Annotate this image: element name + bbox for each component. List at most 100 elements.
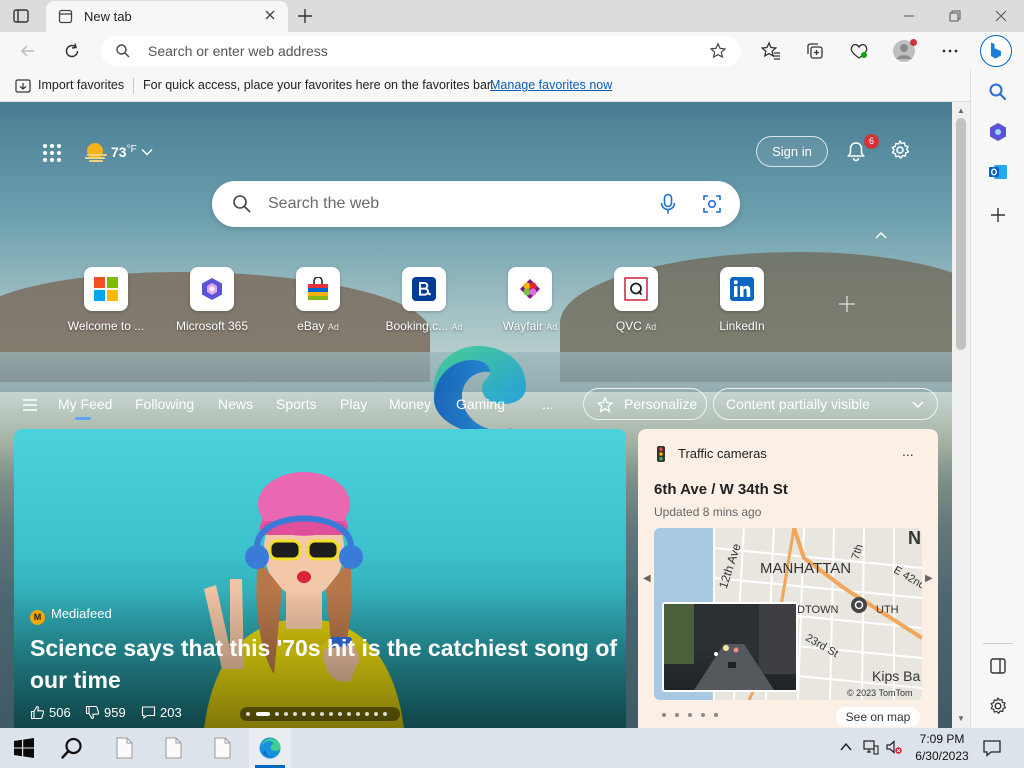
feed-more-button[interactable]: ...: [542, 396, 554, 412]
personalize-button[interactable]: Personalize: [583, 388, 707, 420]
sidebar-outlook-icon[interactable]: [988, 162, 1008, 182]
traffic-pager-dot[interactable]: [701, 713, 705, 717]
show-hidden-icons-chevron-up-icon[interactable]: [838, 739, 854, 755]
traffic-map[interactable]: MANHATTAN 12th Ave 7th E 42nd N IDTOWN U…: [654, 528, 922, 700]
camera-location-pin-icon[interactable]: [850, 596, 868, 614]
manage-favorites-link[interactable]: Manage favorites now: [490, 78, 612, 92]
feed-tab-money[interactable]: Money: [389, 396, 431, 412]
traffic-pager-dot[interactable]: [662, 713, 666, 717]
quick-link-booking[interactable]: Booking.c... Ad: [374, 267, 474, 337]
carousel-dot[interactable]: [329, 712, 333, 716]
carousel-dot[interactable]: [293, 712, 297, 716]
feed-tab-gaming[interactable]: Gaming: [456, 396, 505, 412]
feed-tab-play[interactable]: Play: [340, 396, 367, 412]
feed-tab-sports[interactable]: Sports: [276, 396, 316, 412]
taskbar-file-icon[interactable]: [162, 737, 184, 759]
scroll-up-arrow[interactable]: ▲: [957, 106, 965, 115]
traffic-pager-dot[interactable]: [688, 713, 692, 717]
quick-link-microsoft-365[interactable]: Microsoft 365: [162, 267, 262, 337]
weather-widget[interactable]: 73°F: [84, 139, 174, 165]
taskbar-search-icon[interactable]: [61, 737, 83, 759]
carousel-dot[interactable]: [338, 712, 342, 716]
chevron-up-icon[interactable]: [874, 229, 888, 241]
scrollbar-thumb[interactable]: [956, 118, 966, 350]
taskbar-edge-button[interactable]: [249, 728, 291, 768]
bing-copilot-button[interactable]: [980, 35, 1012, 67]
quick-link-qvc[interactable]: QVC Ad: [586, 267, 686, 337]
browser-essentials-icon[interactable]: [849, 41, 869, 61]
refresh-icon[interactable]: [62, 41, 82, 61]
microphone-icon[interactable]: [658, 193, 678, 215]
taskbar-clock[interactable]: 7:09 PM 6/30/2023: [912, 731, 972, 765]
traffic-cameras-card[interactable]: Traffic cameras ... 6th Ave / W 34th St …: [638, 429, 938, 728]
sidebar-microsoft-365-icon[interactable]: [988, 122, 1008, 142]
traffic-prev-arrow[interactable]: ◀: [643, 573, 651, 584]
more-options-icon[interactable]: [940, 41, 960, 61]
carousel-dot[interactable]: [284, 712, 288, 716]
tab-new-tab[interactable]: New tab: [46, 1, 288, 32]
network-icon[interactable]: [863, 739, 879, 755]
close-window-icon[interactable]: [993, 8, 1009, 24]
taskbar-file-icon[interactable]: [211, 737, 233, 759]
close-tab-icon[interactable]: [262, 7, 278, 23]
web-search-input[interactable]: [268, 193, 648, 215]
see-on-map-button[interactable]: See on map: [836, 707, 920, 727]
traffic-pager-dot[interactable]: [714, 713, 718, 717]
notification-center-icon[interactable]: [982, 738, 1002, 758]
add-quick-link-plus-icon[interactable]: [838, 295, 856, 313]
favorites-icon[interactable]: [761, 41, 781, 61]
carousel-dot-active[interactable]: [256, 712, 270, 716]
traffic-next-arrow[interactable]: ▶: [925, 573, 933, 584]
hero-news-card[interactable]: M Mediafeed Science says that this '70s h…: [14, 429, 626, 728]
like-button[interactable]: 506: [30, 705, 71, 720]
carousel-dot[interactable]: [356, 712, 360, 716]
volume-muted-icon[interactable]: [886, 739, 902, 755]
windows-start-icon[interactable]: [14, 738, 34, 758]
sign-in-button[interactable]: Sign in: [756, 136, 828, 167]
sidebar-search-icon[interactable]: [988, 82, 1008, 102]
carousel-dot[interactable]: [246, 712, 250, 716]
traffic-pager-dot[interactable]: [675, 713, 679, 717]
sidebar-add-icon[interactable]: [988, 205, 1008, 225]
sidebar-settings-gear-icon[interactable]: [988, 696, 1008, 716]
carousel-dot[interactable]: [347, 712, 351, 716]
tab-actions-icon[interactable]: [12, 7, 30, 25]
quick-link-wayfair[interactable]: Wayfair Ad: [480, 267, 580, 337]
taskbar-file-icon[interactable]: [113, 737, 135, 759]
profile-avatar[interactable]: [893, 39, 917, 62]
import-favorites-button[interactable]: Import favorites: [38, 78, 124, 92]
new-tab-plus-icon[interactable]: [296, 7, 314, 25]
quick-link-welcome[interactable]: Welcome to ...: [56, 267, 156, 337]
carousel-dot[interactable]: [302, 712, 306, 716]
scroll-down-arrow[interactable]: ▼: [957, 714, 965, 723]
back-arrow-icon[interactable]: [18, 41, 38, 61]
quick-link-linkedin[interactable]: LinkedIn: [692, 267, 792, 337]
feed-tab-following[interactable]: Following: [135, 396, 194, 412]
restore-icon[interactable]: [947, 8, 963, 24]
collections-icon[interactable]: [805, 41, 825, 61]
web-search-box[interactable]: [212, 181, 740, 227]
carousel-dot[interactable]: [374, 712, 378, 716]
page-scrollbar[interactable]: ▲ ▼: [952, 102, 970, 728]
carousel-dot[interactable]: [365, 712, 369, 716]
address-bar[interactable]: [101, 36, 741, 66]
hide-sidebar-icon[interactable]: [988, 656, 1008, 676]
hero-headline[interactable]: Science says that this '70s hit is the c…: [30, 632, 620, 696]
minimize-icon[interactable]: [901, 8, 917, 24]
quick-link-ebay[interactable]: eBay Ad: [268, 267, 368, 337]
carousel-dot[interactable]: [275, 712, 279, 716]
app-launcher-icon[interactable]: [42, 143, 62, 163]
feed-tab-my-feed[interactable]: My Feed: [58, 396, 112, 412]
carousel-dot[interactable]: [311, 712, 315, 716]
carousel-dot[interactable]: [383, 712, 387, 716]
hamburger-menu-icon[interactable]: [22, 398, 38, 412]
dislike-button[interactable]: 959: [85, 705, 126, 720]
visual-search-icon[interactable]: [702, 194, 722, 214]
add-favorite-star-icon[interactable]: [709, 42, 727, 60]
traffic-more-button[interactable]: ...: [902, 443, 914, 459]
traffic-camera-image[interactable]: [662, 602, 798, 692]
carousel-dot[interactable]: [320, 712, 324, 716]
address-input[interactable]: [148, 41, 688, 61]
feed-tab-news[interactable]: News: [218, 396, 253, 412]
hero-source[interactable]: M Mediafeed: [30, 606, 112, 625]
